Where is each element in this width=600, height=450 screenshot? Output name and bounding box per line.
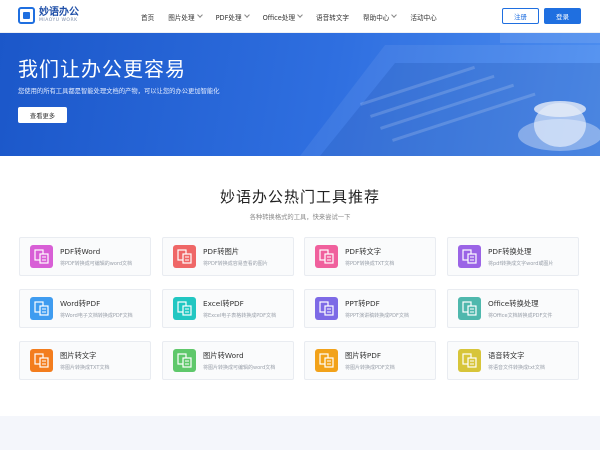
nav-item[interactable]: 语音转文字 [316,12,349,22]
register-button[interactable]: 注册 [502,8,539,24]
tool-title: Word转PDF [60,299,101,308]
tool-card[interactable]: 图片转Word 将图片转换成可编辑的word文档 [162,341,294,380]
tool-description: 将pdf转换成文字word或图片 [488,261,554,267]
tool-card[interactable]: PDF转Word 将PDF转换成可编辑的word文档 [19,237,151,276]
banner-subtitle: 您使用的所有工具都是智能处理文档的产物，可以让您的办公更加智能化 [18,88,220,95]
logo-english-name: MIAOYU WORK [39,17,78,23]
nav-item-label: 首页 [141,13,155,22]
tool-title: 图片转PDF [345,351,382,360]
tool-card[interactable]: PDF转图片将PDF转换成容易查看的图片 [162,237,294,276]
tool-description: 将Excel电子表格转换成PDF文档 [203,313,276,319]
tool-title: PDF转图片 [203,247,240,256]
hero-banner: 我们让办公更容易 您使用的所有工具都是智能处理文档的产物，可以让您的办公更加智能… [0,33,600,156]
footer-band [0,416,600,450]
voice-to-text-icon [458,349,481,372]
nav-item[interactable]: 帮助中心 [363,12,398,22]
tool-card[interactable]: 语音转文字将语音文件转换成txt文档 [447,341,579,380]
nav-item[interactable]: Office处理 [262,12,303,22]
nav-item[interactable]: 首页 [141,12,154,22]
logo[interactable]: 妙语办公 MIAOYU WORK [18,7,79,24]
view-more-button[interactable]: 查看更多 [18,107,67,123]
nav-item-label: PDF处理 [215,13,242,22]
tool-description: 将Office文档转换成PDF文件 [488,313,553,319]
tool-title: 图片转文字 [60,351,97,360]
tool-card[interactable]: PDF转文字将PDF转换成TXT文档 [304,237,436,276]
logo-icon [18,7,35,24]
chevron-down-icon [391,12,398,18]
tool-title: Office转换处理 [488,299,539,308]
nav-item[interactable]: 活动中心 [410,12,436,22]
image-to-text-icon [30,349,53,372]
tool-title: PDF转文字 [345,247,382,256]
tool-card[interactable]: PDF转换处理将pdf转换成文字word或图片 [447,237,579,276]
nav-item-label: 帮助中心 [363,13,390,22]
tool-card[interactable]: Office转换处理将Office文档转换成PDF文件 [447,289,579,328]
section-title: 妙语办公热门工具推荐 [219,188,380,206]
nav-item-label: 语音转文字 [316,13,350,22]
tool-card[interactable]: PPT转PDF 将PPT演讲稿转换成PDF文档 [304,289,436,328]
tool-card[interactable]: Word转PDF 将Word电子文档转换成PDF文档 [19,289,151,328]
tool-card[interactable]: 图片转PDF 将图片转换成PDF文档 [304,341,436,380]
image-to-word-icon [173,349,196,372]
chevron-down-icon [196,12,203,18]
pdf-to-image-icon [173,245,196,268]
tool-description: 将PDF转换成TXT文档 [345,261,395,267]
tool-description: 将图片转换成可编辑的word文档 [203,365,276,371]
chevron-down-icon [243,12,250,18]
top-header: 妙语办公 MIAOYU WORK 首页 图片处理 PDF处理 Office处理 语音转文… [0,0,600,33]
tool-title: PPT转PDF [345,299,380,308]
tool-title: 语音转文字 [488,351,525,360]
banner-title: 我们让办公更容易 [18,57,186,81]
pdf-to-word-icon [30,245,53,268]
tool-description: 将图片转换成TXT文档 [60,365,110,371]
tool-description: 将语音文件转换成txt文档 [488,365,545,371]
pdf-convert-icon [458,245,481,268]
office-convert-icon [458,297,481,320]
tool-title: PDF转换处理 [488,247,532,256]
section-subtitle: 各种转换格式的工具，快来尝试一下 [249,214,351,221]
nav-item-label: 活动中心 [410,13,437,22]
tool-card[interactable]: Excel转PDF 将Excel电子表格转换成PDF文档 [162,289,294,328]
logo-name: 妙语办公 [39,6,79,18]
page: 妙语办公 MIAOYU WORK 首页 图片处理 PDF处理 Office处理 语音转文… [0,0,600,450]
tool-description: 将图片转换成PDF文档 [345,365,395,371]
pdf-to-text-icon [315,245,338,268]
ppt-to-pdf-icon [315,297,338,320]
logo-text: 妙语办公 MIAOYU WORK [39,6,79,24]
word-to-pdf-icon [30,297,53,320]
tool-description: 将PDF转换成可编辑的word文档 [60,261,133,267]
nav-item-label: Office处理 [262,13,296,22]
excel-to-pdf-icon [173,297,196,320]
tool-title: PDF转Word [60,247,101,256]
tool-title: 图片转Word [203,351,244,360]
nav-item-label: 图片处理 [168,13,195,22]
nav-item[interactable]: 图片处理 [168,12,203,22]
tool-description: 将PDF转换成容易查看的图片 [203,261,268,267]
tools-section: 妙语办公热门工具推荐 各种转换格式的工具，快来尝试一下 PDF转Word 将PDF… [0,156,600,416]
chevron-down-icon [297,12,303,18]
tool-card[interactable]: 图片转文字将图片转换成TXT文档 [19,341,151,380]
tool-title: Excel转PDF [203,299,244,308]
main-nav: 首页 图片处理 PDF处理 Office处理 语音转文字 帮助中心 活动中心 [141,0,451,33]
tool-description: 将Word电子文档转换成PDF文档 [60,313,133,319]
nav-item[interactable]: PDF处理 [215,12,250,22]
login-button[interactable]: 登录 [544,8,581,24]
image-to-pdf-icon [315,349,338,372]
tool-description: 将PPT演讲稿转换成PDF文档 [345,313,409,319]
